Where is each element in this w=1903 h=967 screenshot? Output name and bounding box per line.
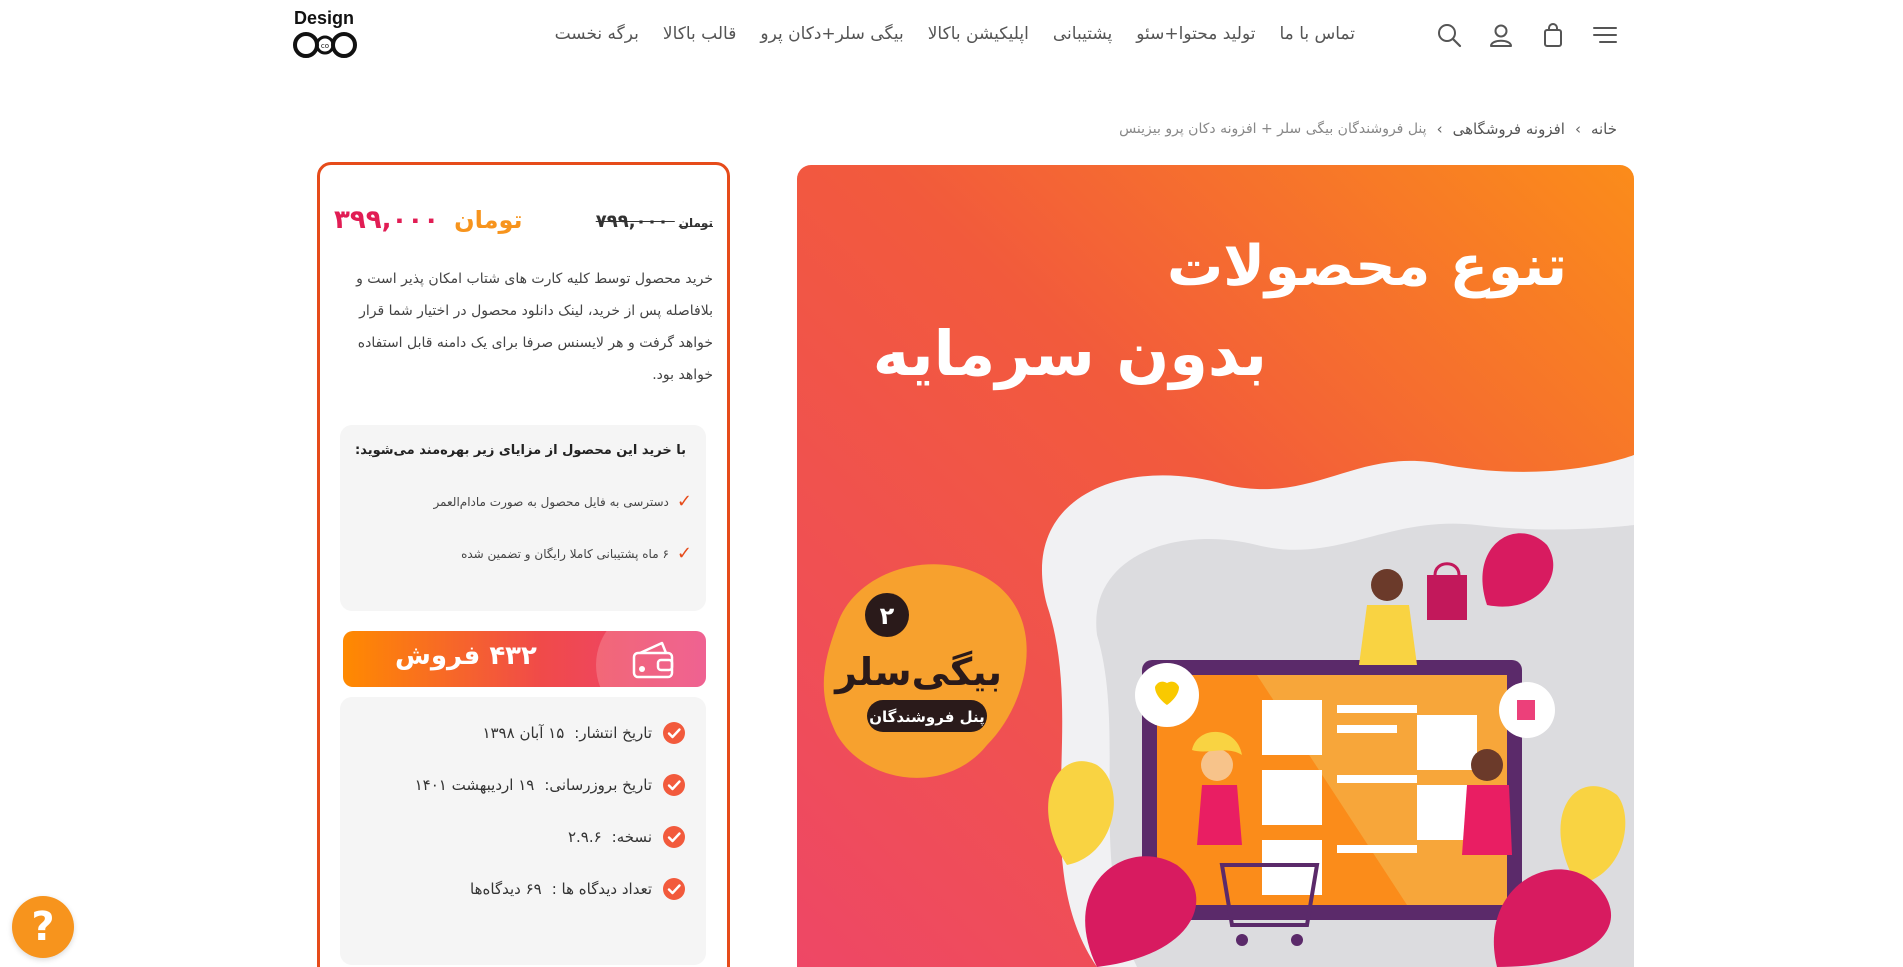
price-row: تومان ۳۹۹,۰۰۰ تومان ۷۹۹,۰۰۰ bbox=[334, 205, 713, 245]
nav-item-bakala-app[interactable]: اپلیکیشن باکالا bbox=[928, 24, 1029, 44]
meta-value[interactable]: ۶۹ دیدگاه‌ها bbox=[470, 880, 542, 898]
site-header: Design co برگه نخست قالب باکالا بیگی سلر… bbox=[0, 0, 1903, 72]
meta-version: نسخه: ۲.۹.۶ bbox=[568, 825, 686, 849]
meta-update-date: تاریخ بروزرسانی: ۱۹ اردیبهشت ۱۴۰۱ bbox=[415, 773, 686, 797]
benefit-item: ✓ دسترسی به فایل محصول به صورت مادام‌الع… bbox=[433, 491, 692, 512]
purchase-box: تومان ۳۹۹,۰۰۰ تومان ۷۹۹,۰۰۰ خرید محصول ت… bbox=[317, 162, 730, 967]
benefit-text: ۶ ماه پشتیبانی کاملا رایگان و تضمین شده bbox=[461, 546, 669, 561]
breadcrumb: خانه ‹ افزونه فروشگاهی ‹ پنل فروشندگان ب… bbox=[1119, 120, 1617, 138]
site-logo[interactable]: Design co bbox=[292, 8, 362, 64]
original-price: تومان ۷۹۹,۰۰۰ bbox=[596, 211, 713, 232]
image-headline-1: تنوع محصولات bbox=[1167, 234, 1567, 299]
search-icon[interactable] bbox=[1436, 22, 1462, 48]
image-headline-2: بدون سرمایه bbox=[873, 317, 1267, 390]
sale-price-currency: تومان bbox=[454, 206, 523, 234]
nav-item-content-seo[interactable]: تولید محتوا+سئو bbox=[1136, 24, 1255, 44]
purchase-description: خرید محصول توسط کلیه کارت های شتاب امکان… bbox=[356, 271, 713, 383]
check-circle-icon bbox=[663, 878, 685, 900]
benefit-item: ✓ ۶ ماه پشتیبانی کاملا رایگان و تضمین شد… bbox=[461, 543, 692, 564]
check-icon: ✓ bbox=[676, 491, 692, 512]
benefit-text: دسترسی به فایل محصول به صورت مادام‌العمر bbox=[433, 494, 669, 509]
breadcrumb-separator: ‹ bbox=[1574, 120, 1581, 138]
sale-price: تومان ۳۹۹,۰۰۰ bbox=[334, 205, 523, 235]
meta-label: تاریخ بروزرسانی: bbox=[544, 776, 652, 794]
menu-icon[interactable] bbox=[1592, 22, 1618, 48]
breadcrumb-separator: ‹ bbox=[1436, 120, 1443, 138]
nav-item-support[interactable]: پشتیبانی bbox=[1053, 24, 1112, 44]
original-price-currency: تومان bbox=[678, 216, 713, 230]
check-circle-icon bbox=[663, 774, 685, 796]
meta-release-date: تاریخ انتشار: ۱۵ آبان ۱۳۹۸ bbox=[482, 721, 686, 745]
sales-count-banner: ۴۳۲ فروش bbox=[343, 631, 706, 687]
svg-text:co: co bbox=[321, 42, 329, 50]
user-icon[interactable] bbox=[1488, 22, 1514, 48]
meta-value: ۲.۹.۶ bbox=[567, 828, 602, 846]
logo-mark-icon: co bbox=[293, 32, 357, 58]
breadcrumb-current: پنل فروشندگان بیگی سلر + افزونه دکان پرو… bbox=[1119, 121, 1427, 137]
breadcrumb-home[interactable]: خانه bbox=[1591, 120, 1617, 138]
main-nav: برگه نخست قالب باکالا بیگی سلر+دکان پرو … bbox=[555, 24, 1355, 44]
nav-item-biggiseller-dokan[interactable]: بیگی سلر+دکان پرو bbox=[760, 24, 903, 44]
wallet-icon bbox=[632, 641, 674, 679]
badge-number: ۲ bbox=[880, 602, 895, 630]
nav-item-bakala-theme[interactable]: قالب باکالا bbox=[663, 24, 736, 44]
check-icon: ✓ bbox=[676, 543, 692, 564]
badge-title: بیگی‌سلر bbox=[833, 650, 1002, 694]
help-button[interactable]: ? bbox=[12, 896, 74, 958]
original-price-value: ۷۹۹,۰۰۰ bbox=[595, 211, 669, 232]
meta-label: نسخه: bbox=[611, 828, 652, 846]
nav-item-home[interactable]: برگه نخست bbox=[555, 24, 639, 44]
meta-value: ۱۹ اردیبهشت ۱۴۰۱ bbox=[414, 776, 535, 794]
breadcrumb-category[interactable]: افزونه فروشگاهی bbox=[1453, 120, 1565, 138]
sale-price-value: ۳۹۹,۰۰۰ bbox=[334, 205, 440, 235]
sales-count-label: فروش bbox=[395, 641, 481, 671]
product-image[interactable]: تنوع محصولات بدون سرمایه ۲ بیگی‌سلر پنل … bbox=[797, 165, 1634, 967]
meta-label: تعداد دیدگاه ها : bbox=[551, 880, 652, 898]
benefits-panel: با خرید این محصول از مزایای زیر بهره‌مند… bbox=[340, 425, 706, 611]
logo-text: Design bbox=[294, 8, 355, 28]
product-meta-panel: تاریخ انتشار: ۱۵ آبان ۱۳۹۸ تاریخ بروزرسا… bbox=[340, 697, 706, 965]
nav-item-contact[interactable]: تماس با ما bbox=[1280, 24, 1356, 44]
meta-comments: تعداد دیدگاه ها : ۶۹ دیدگاه‌ها bbox=[470, 877, 686, 901]
sales-count: ۴۳۲ فروش bbox=[395, 641, 537, 671]
badge-subtitle: پنل فروشندگان bbox=[869, 708, 985, 727]
meta-value: ۱۵ آبان ۱۳۹۸ bbox=[482, 724, 565, 742]
header-icons bbox=[1436, 22, 1618, 48]
cart-icon[interactable] bbox=[1540, 22, 1566, 48]
check-circle-icon bbox=[663, 722, 685, 744]
meta-label: تاریخ انتشار: bbox=[574, 724, 652, 742]
benefits-title: با خرید این محصول از مزایای زیر بهره‌مند… bbox=[355, 443, 686, 458]
sales-count-value: ۴۳۲ bbox=[489, 641, 537, 671]
check-circle-icon bbox=[663, 826, 685, 848]
